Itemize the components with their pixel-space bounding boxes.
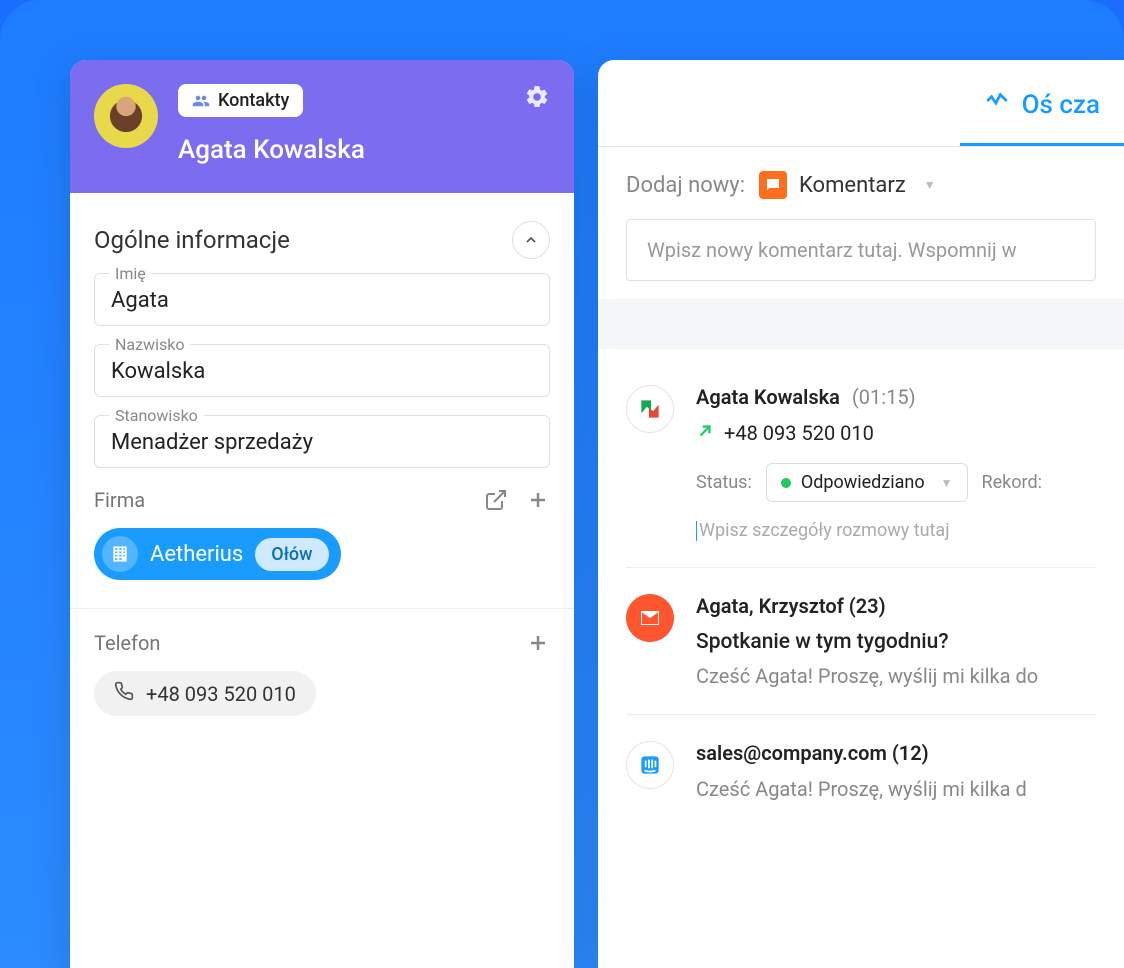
field-label: Nazwisko — [109, 335, 190, 354]
company-tag: Ołów — [255, 538, 328, 571]
status-dot-icon — [781, 478, 791, 488]
section-gap — [598, 299, 1124, 349]
phone-number: +48 093 520 010 — [146, 682, 296, 706]
badge-label: Kontakty — [218, 90, 289, 111]
activity-time: (01:15) — [852, 385, 916, 409]
field-label: Stanowisko — [109, 406, 204, 425]
phone-icon — [114, 681, 134, 706]
phone-label: Telefon — [94, 631, 508, 655]
first-name-field[interactable]: Imię Agata — [94, 273, 550, 326]
contact-detail-panel: Kontakty Agata Kowalska Ogólne informacj… — [70, 60, 574, 968]
field-value: Menadżer sprzedaży — [111, 430, 533, 455]
status-label: Status: — [696, 472, 752, 493]
position-field[interactable]: Stanowisko Menadżer sprzedaży — [94, 415, 550, 468]
outgoing-arrow-icon — [696, 421, 714, 445]
phone-chip[interactable]: +48 093 520 010 — [94, 671, 316, 716]
plus-icon[interactable] — [526, 488, 550, 512]
company-name: Aetherius — [150, 542, 243, 567]
field-value: Kowalska — [111, 359, 533, 384]
people-icon — [192, 92, 210, 110]
status-value: Odpowiedziano — [801, 472, 925, 493]
field-value: Agata — [111, 288, 533, 313]
activity-phone: +48 093 520 010 — [724, 421, 874, 445]
section-title-general: Ogólne informacje — [94, 226, 290, 254]
building-icon — [102, 536, 138, 572]
company-label: Firma — [94, 488, 466, 512]
timeline-item-call[interactable]: Agata Kowalska (01:15) +48 093 520 010 S… — [626, 359, 1096, 568]
plus-icon[interactable] — [526, 631, 550, 655]
divider — [70, 608, 574, 609]
company-chip[interactable]: Aetherius Ołów — [94, 528, 341, 580]
contact-name: Agata Kowalska — [178, 135, 550, 165]
contact-header: Kontakty Agata Kowalska — [70, 60, 574, 193]
status-dropdown[interactable]: Odpowiedziano ▼ — [766, 463, 968, 502]
comment-icon — [759, 171, 787, 199]
add-type-dropdown[interactable]: Komentarz ▼ — [759, 171, 936, 199]
call-details-input[interactable]: Wpisz szczegóły rozmowy tutaj — [696, 520, 1096, 541]
contact-type-badge[interactable]: Kontakty — [178, 84, 303, 117]
mail-icon — [626, 594, 674, 642]
tab-timeline[interactable]: Oś cza — [960, 88, 1124, 146]
timeline-item-email[interactable]: Agata, Krzysztof (23) Spotkanie w tym ty… — [626, 568, 1096, 715]
chat-from: sales@company.com (12) — [696, 741, 929, 765]
add-type-label: Komentarz — [799, 173, 906, 198]
gear-icon[interactable] — [524, 84, 550, 114]
activity-icon — [984, 88, 1010, 121]
activity-contact-name: Agata Kowalska — [696, 385, 840, 409]
record-label: Rekord: — [982, 472, 1042, 493]
email-subject: Spotkanie w tym tygodniu? — [696, 630, 1096, 654]
collapse-button[interactable] — [512, 221, 550, 259]
email-participants: Agata, Krzysztof (23) — [696, 594, 886, 618]
last-name-field[interactable]: Nazwisko Kowalska — [94, 344, 550, 397]
call-app-icon — [626, 385, 674, 433]
chevron-down-icon: ▼ — [941, 476, 953, 490]
chevron-down-icon: ▼ — [924, 178, 936, 192]
timeline-item-chat[interactable]: sales@company.com (12) Cześć Agata! Pros… — [626, 715, 1096, 827]
chat-preview: Cześć Agata! Proszę, wyślij mi kilka d — [696, 777, 1096, 801]
avatar[interactable] — [94, 84, 158, 148]
comment-input[interactable]: Wpisz nowy komentarz tutaj. Wspomnij w — [626, 219, 1096, 281]
email-preview: Cześć Agata! Proszę, wyślij mi kilka do — [696, 664, 1096, 688]
add-new-label: Dodaj nowy: — [626, 173, 745, 198]
tab-label: Oś cza — [1022, 90, 1100, 120]
timeline-panel: Oś cza Dodaj nowy: Komentarz ▼ Wpisz now… — [598, 60, 1124, 968]
open-external-icon[interactable] — [484, 488, 508, 512]
intercom-icon — [626, 741, 674, 789]
field-label: Imię — [109, 264, 152, 283]
